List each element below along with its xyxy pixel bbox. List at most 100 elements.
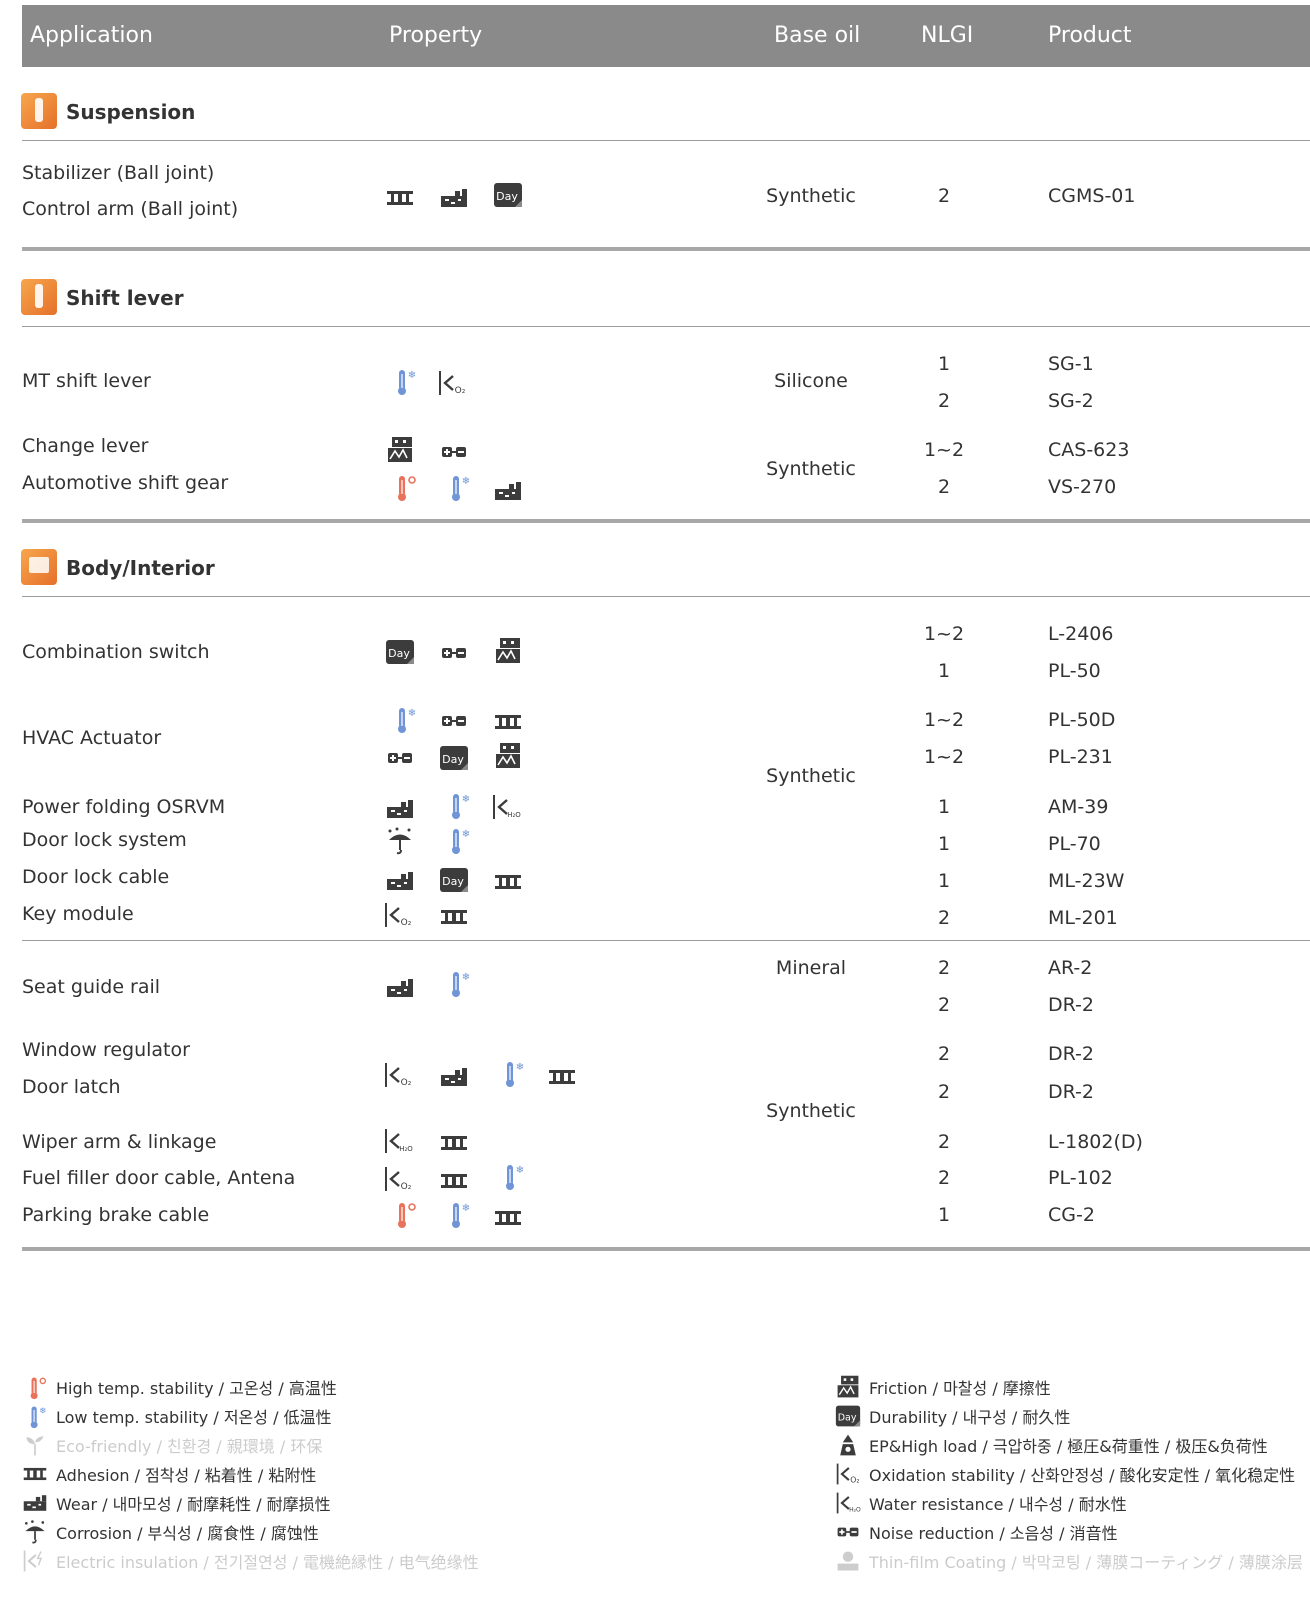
legend-label: EP&High load / 극압하중 / 極圧&荷重性 / 极压&负荷性: [869, 1437, 1268, 1456]
base-oil-synthetic: Synthetic: [766, 765, 856, 787]
product-dr-2: DR-2: [1048, 1043, 1095, 1065]
nlgi-value: 2: [937, 476, 951, 498]
svg-text:H₂O: H₂O: [507, 811, 521, 819]
durability-icon: Day: [835, 1403, 861, 1429]
noise-reduction-icon: [439, 706, 469, 736]
wear-icon: [385, 973, 415, 1003]
legend-item: Friction / 마찰성 / 摩擦性: [835, 1374, 1051, 1400]
high-temp-icon: [22, 1374, 48, 1400]
col-property: Property: [389, 23, 483, 48]
water-resistance-icon: H₂O: [383, 1126, 413, 1156]
product-pl-102: PL-102: [1048, 1167, 1113, 1189]
low-temp-icon: ❄: [388, 704, 418, 734]
base-oil-synthetic: Synthetic: [766, 185, 856, 207]
corrosion-icon: [22, 1519, 48, 1545]
nlgi-value: 2: [937, 957, 951, 979]
legend-label: Noise reduction / 소음성 / 消音性: [869, 1524, 1118, 1543]
adhesion-icon: [493, 1203, 523, 1233]
nlgi-value: 2: [937, 1167, 951, 1189]
nlgi-value: 2: [937, 185, 951, 207]
legend-item: Noise reduction / 소음성 / 消音性: [835, 1519, 1118, 1545]
water-resistance-icon: H₂O: [491, 792, 521, 822]
nlgi-value: 2: [937, 907, 951, 929]
svg-text:❄: ❄: [39, 1406, 46, 1416]
legend-label: Water resistance / 내수성 / 耐水性: [869, 1495, 1127, 1514]
app-window-regulator: Window regulator: [22, 1039, 190, 1061]
legend-label: Electric insulation / 전기절연성 / 電機絶縁性 / 电气…: [56, 1553, 479, 1572]
shift-lever-icon: [21, 279, 57, 315]
col-base-oil: Base oil: [774, 23, 861, 48]
oxidation-icon: O₂: [383, 1060, 413, 1090]
col-application: Application: [30, 23, 153, 48]
high-temp-icon: [388, 1199, 418, 1229]
nlgi-value: 1~2: [923, 746, 965, 768]
legend-item: Day Durability / 내구성 / 耐久性: [835, 1403, 1070, 1429]
app-wiper-arm: Wiper arm & linkage: [22, 1131, 217, 1153]
durability-icon: Day: [385, 637, 415, 667]
divider-thick: [22, 1247, 1310, 1251]
wear-icon: [385, 794, 415, 824]
nlgi-value: 2: [937, 1131, 951, 1153]
adhesion-icon: [493, 707, 523, 737]
legend-item: Electric insulation / 전기절연성 / 電機絶縁性 / 电气…: [22, 1548, 479, 1574]
friction-icon: [385, 435, 415, 465]
svg-text:❄: ❄: [516, 1062, 524, 1073]
eco-icon: [22, 1432, 48, 1458]
app-seat-guide-rail: Seat guide rail: [22, 976, 161, 998]
svg-text:Day: Day: [442, 875, 464, 888]
svg-text:Day: Day: [496, 190, 518, 203]
wear-icon: [493, 476, 523, 506]
app-power-folding-osrvm: Power folding OSRVM: [22, 796, 226, 818]
nlgi-value: 1: [937, 353, 951, 375]
nlgi-value: 2: [937, 390, 951, 412]
oxidation-icon: O₂: [835, 1461, 861, 1487]
product-ml-23w: ML-23W: [1048, 870, 1125, 892]
divider: [22, 940, 1310, 941]
legend-label: Wear / 내마모성 / 耐摩耗性 / 耐摩损性: [56, 1495, 331, 1514]
friction-icon: [493, 741, 523, 771]
noise-reduction-icon: [439, 638, 469, 668]
app-change-lever: Change lever: [22, 435, 149, 457]
legend-item: Corrosion / 부식성 / 腐食性 / 腐蚀性: [22, 1519, 319, 1545]
svg-text:❄: ❄: [408, 708, 416, 719]
nlgi-value: 1: [937, 796, 951, 818]
product-dr-2: DR-2: [1048, 1081, 1095, 1103]
nlgi-value: 1: [937, 833, 951, 855]
app-hvac-actuator: HVAC Actuator: [22, 727, 162, 749]
product-sg-1: SG-1: [1048, 353, 1094, 375]
legend-item: H₂O Water resistance / 내수성 / 耐水性: [835, 1490, 1127, 1516]
ep-high-load-icon: [835, 1432, 861, 1458]
noise-reduction-icon: [439, 437, 469, 467]
svg-text:❄: ❄: [462, 476, 470, 487]
col-product: Product: [1048, 23, 1132, 48]
product-am-39: AM-39: [1048, 796, 1109, 818]
thin-film-icon: [835, 1548, 861, 1574]
suspension-icon: [21, 93, 57, 129]
low-temp-icon: ❄: [496, 1161, 526, 1191]
nlgi-value: 1~2: [923, 623, 965, 645]
legend-label: Thin-film Coating / 박막코팅 / 薄膜コーティング / 薄膜…: [869, 1553, 1303, 1572]
oxidation-icon: O₂: [437, 368, 467, 398]
legend-label: Low temp. stability / 저온성 / 低温性: [56, 1408, 332, 1427]
wear-icon: [439, 1062, 469, 1092]
wear-icon: [439, 183, 469, 213]
legend-item: Adhesion / 점착성 / 粘着性 / 粘附性: [22, 1461, 316, 1487]
legend-label: Durability / 내구성 / 耐久性: [869, 1408, 1071, 1427]
svg-text:❄: ❄: [516, 1165, 524, 1176]
product-cas-623: CAS-623: [1048, 439, 1130, 461]
low-temp-icon: ❄: [496, 1058, 526, 1088]
product-ar-2: AR-2: [1048, 957, 1093, 979]
nlgi-value: 2: [937, 994, 951, 1016]
low-temp-icon: ❄: [442, 825, 472, 855]
product-pl-70: PL-70: [1048, 833, 1101, 855]
adhesion-icon: [439, 1128, 469, 1158]
oxidation-icon: O₂: [383, 1164, 413, 1194]
svg-text:O₂: O₂: [455, 386, 466, 396]
svg-text:O₂: O₂: [401, 1182, 412, 1192]
app-automotive-shift-gear: Automotive shift gear: [22, 472, 229, 494]
product-l-2406: L-2406: [1048, 623, 1114, 645]
product-pl-50: PL-50: [1048, 660, 1101, 682]
app-door-lock-cable: Door lock cable: [22, 866, 170, 888]
legend-label: Corrosion / 부식성 / 腐食性 / 腐蚀性: [56, 1524, 319, 1543]
nlgi-value: 1: [937, 660, 951, 682]
